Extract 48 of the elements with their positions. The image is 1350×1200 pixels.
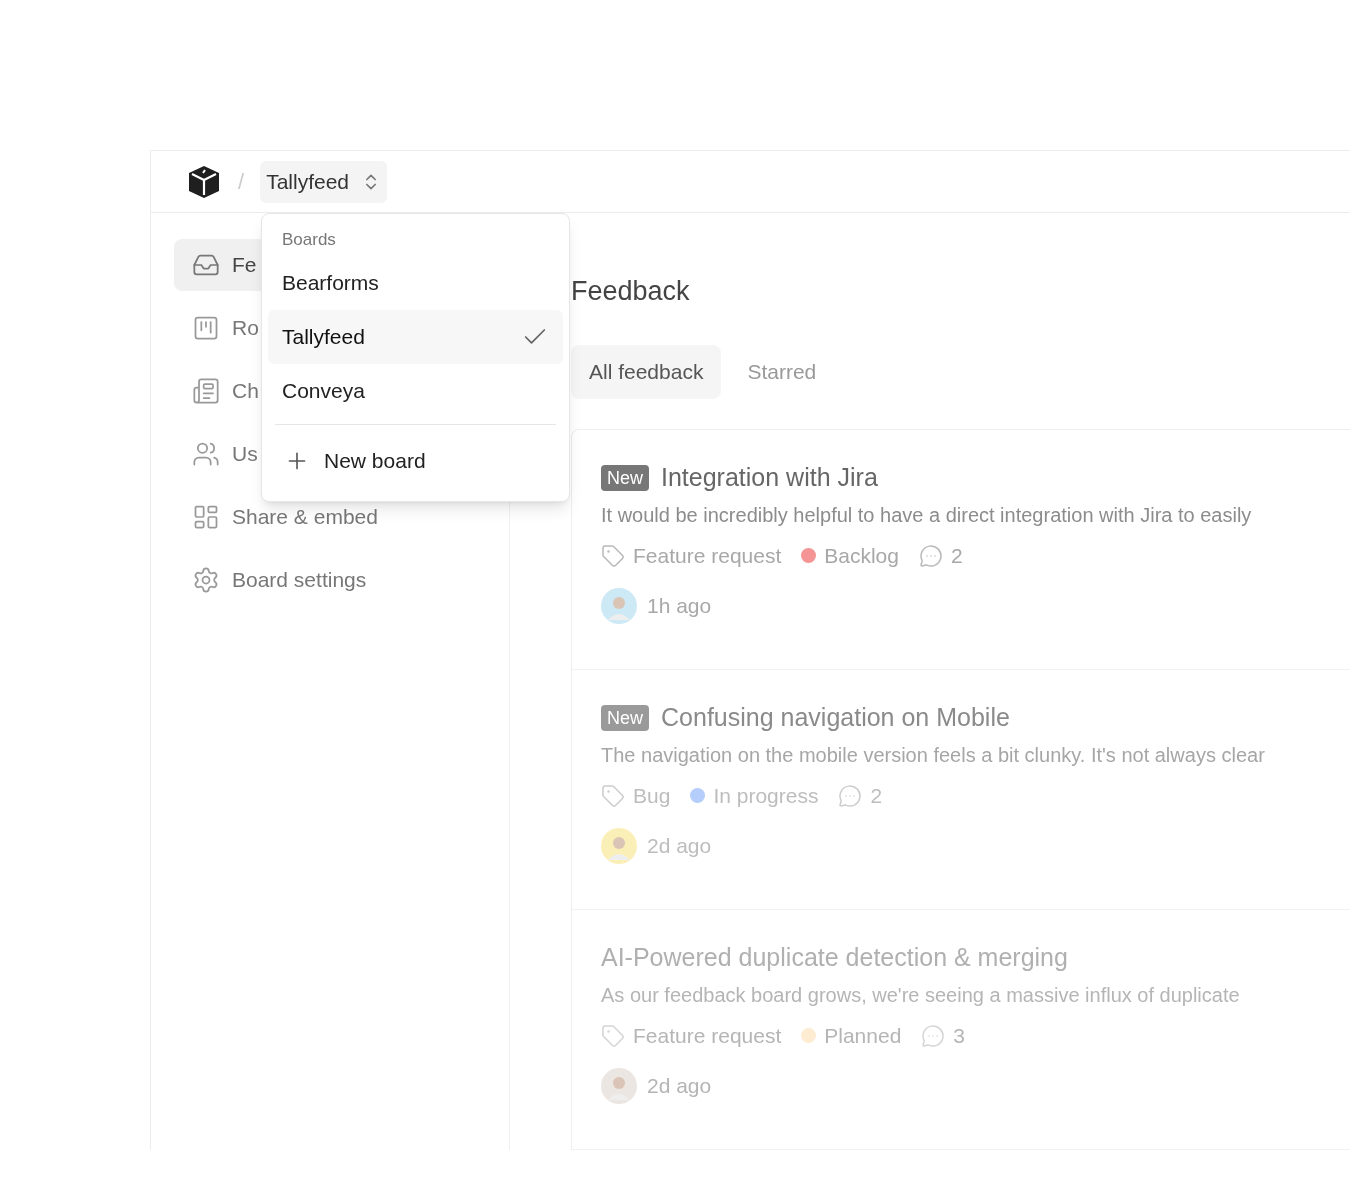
new-badge: New bbox=[601, 465, 649, 491]
tag-icon bbox=[601, 543, 625, 568]
status-label: Planned bbox=[824, 1023, 902, 1049]
comment-count: 2 bbox=[951, 543, 963, 569]
comment-count: 3 bbox=[953, 1023, 966, 1049]
post-description: As our feedback board grows, we're seeing a massive influx of duplicate bbox=[601, 983, 1241, 1008]
status-label: Backlog bbox=[824, 543, 899, 569]
cube-logo-icon bbox=[186, 163, 222, 200]
sidebar-label: Ro bbox=[232, 315, 259, 342]
sidebar-label: Ch bbox=[232, 378, 259, 405]
comment-count: 2 bbox=[870, 783, 883, 809]
post-description: It would be incredibly helpful to have a direct integration with Jira to easily bbox=[601, 503, 1253, 528]
tag-icon bbox=[601, 1023, 625, 1048]
kanban-icon bbox=[192, 314, 220, 342]
board-switcher[interactable]: Tallyfeed bbox=[260, 160, 387, 203]
filter-tab[interactable]: All feedback bbox=[571, 345, 722, 399]
post-time: 1h ago bbox=[647, 592, 712, 619]
post-time: 2d ago bbox=[647, 1072, 712, 1099]
category-label: Feature request bbox=[633, 1023, 782, 1049]
post-time: 2d ago bbox=[647, 832, 712, 859]
sidebar-item[interactable]: Share & embed bbox=[174, 491, 392, 543]
comment-icon bbox=[921, 1023, 946, 1048]
sidebar-label: Us bbox=[232, 441, 258, 468]
breadcrumb-separator: / bbox=[238, 168, 245, 196]
newspaper-icon bbox=[192, 377, 220, 405]
tag-icon bbox=[601, 783, 625, 808]
blocks-icon bbox=[192, 503, 220, 531]
settings-icon bbox=[192, 566, 220, 594]
sidebar-label: Share & embed bbox=[232, 504, 378, 531]
sidebar-item[interactable]: Board settings bbox=[174, 554, 381, 606]
avatar-icon bbox=[601, 587, 637, 624]
post-description: The navigation on the mobile version feels a bit clunky. It's not always clear bbox=[601, 743, 1266, 768]
post-title[interactable]: Integration with Jira bbox=[661, 459, 878, 497]
category-label: Feature request bbox=[633, 543, 782, 569]
comment-icon bbox=[838, 783, 863, 808]
post-title[interactable]: Confusing navigation on Mobile bbox=[661, 699, 1010, 737]
avatar-icon bbox=[601, 827, 637, 864]
page-title: Feedback bbox=[571, 275, 691, 308]
board-option[interactable]: Tallyfeed bbox=[268, 310, 563, 364]
new-badge: New bbox=[601, 705, 649, 731]
avatar-icon bbox=[601, 1067, 637, 1104]
dropdown-heading: Boards bbox=[281, 229, 337, 251]
sidebar-label: Fe bbox=[232, 252, 257, 279]
status-label: In progress bbox=[713, 783, 819, 809]
sidebar-label: Board settings bbox=[232, 567, 367, 594]
comment-icon bbox=[919, 543, 943, 568]
users-icon bbox=[192, 440, 220, 468]
category-label: Bug bbox=[633, 783, 671, 809]
